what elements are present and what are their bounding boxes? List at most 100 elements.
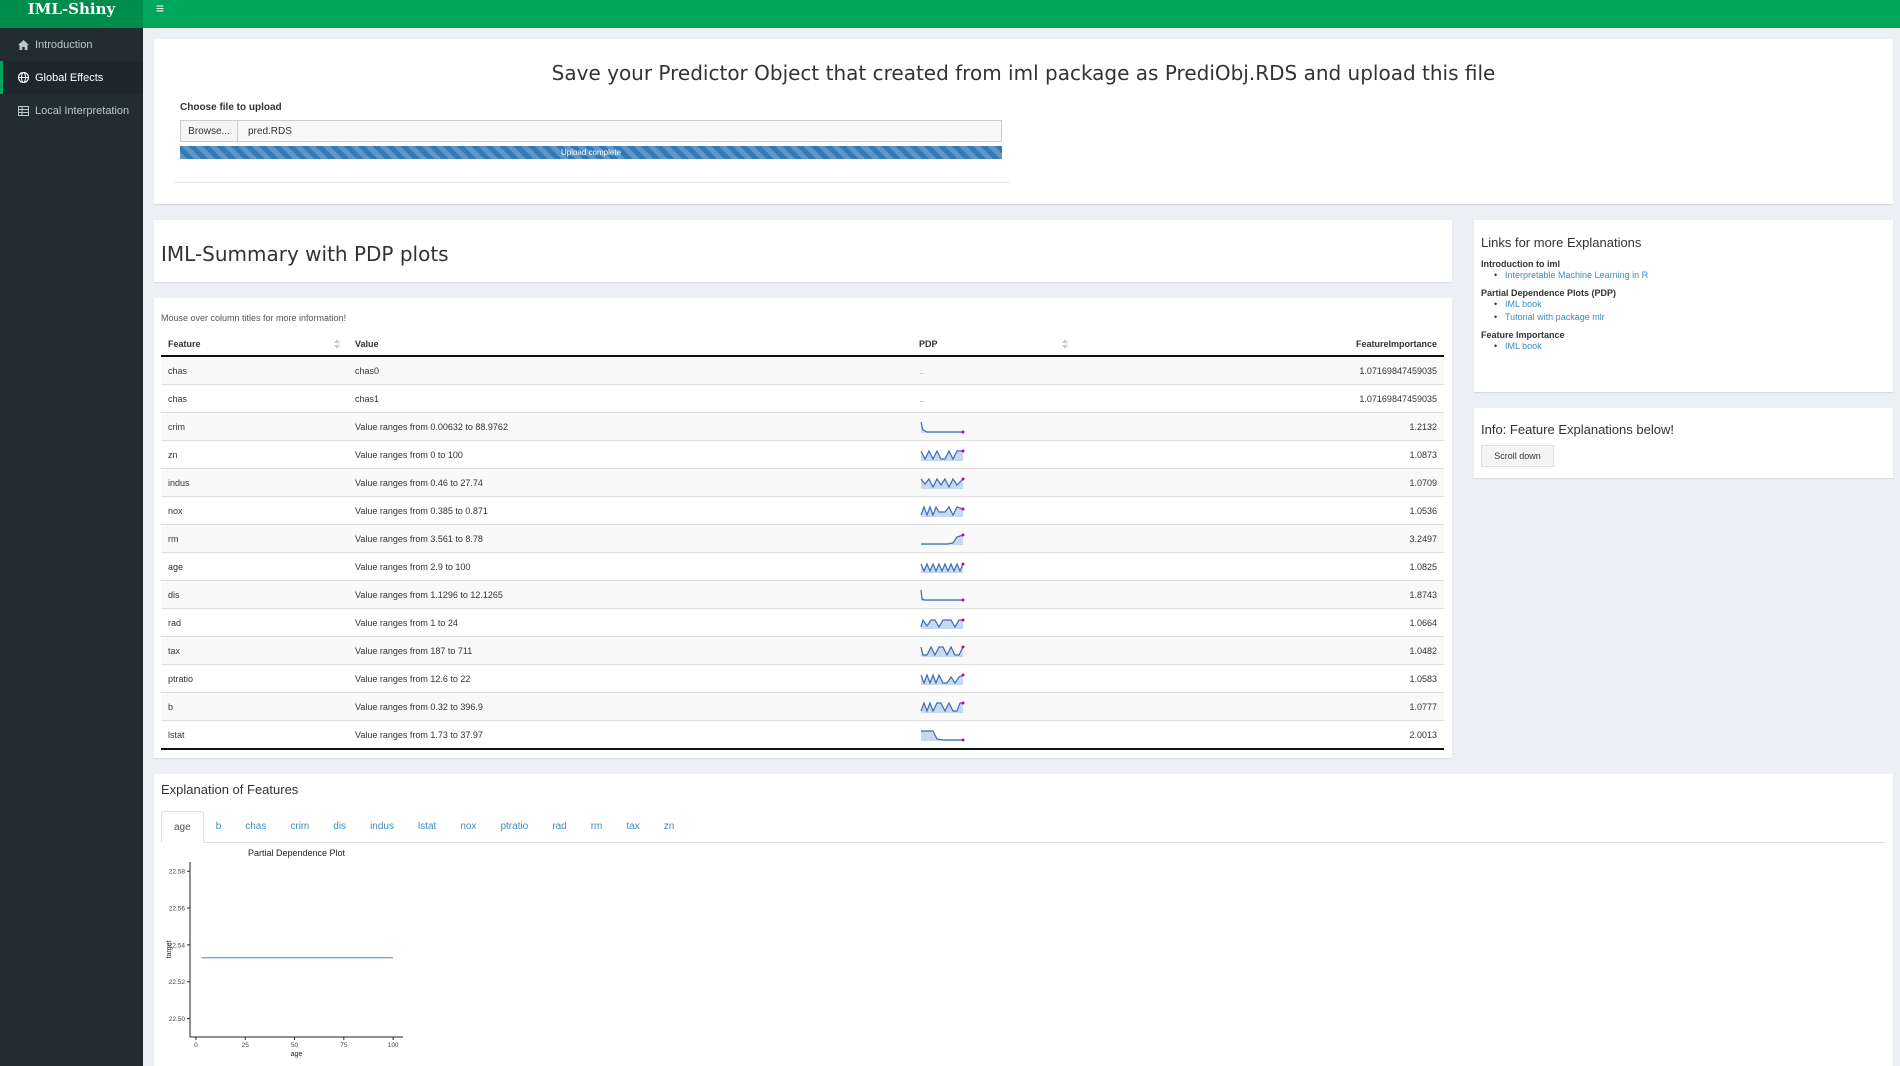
explanation-link[interactable]: IML book (1481, 298, 1648, 311)
sparkline-end-dot (961, 507, 965, 510)
tab-age[interactable]: age (161, 811, 204, 843)
feature-explanation-panel: Explanation of Features age b chas crim dis i… (154, 774, 1893, 1066)
sparkline-end-dot (961, 738, 965, 741)
cell-feature: rad (161, 608, 348, 637)
tab-rad[interactable]: rad (540, 811, 578, 842)
cell-feature-importance: 1.07169847459035 (1076, 384, 1444, 413)
table-row: zn Value ranges from 0 to 100 1.0873 (161, 440, 1444, 469)
cell-value: Value ranges from 187 to 711 (348, 636, 912, 665)
cell-feature: indus (161, 468, 348, 497)
explanation-link[interactable]: Tutorial with package mlr (1481, 311, 1648, 324)
cell-pdp-sparkline (912, 692, 1076, 721)
table-icon (17, 105, 29, 117)
x-tick-label: 0 (194, 1042, 198, 1049)
cell-feature: tax (161, 636, 348, 665)
cell-value: Value ranges from 1 to 24 (348, 608, 912, 637)
link-group-heading: Partial Dependence Plots (PDP) (1481, 288, 1617, 298)
sidebar: Introduction Global Effects Local Interp… (0, 28, 143, 1066)
tab-zn[interactable]: zn (652, 811, 687, 842)
sort-icon (1062, 339, 1068, 349)
pdp-sparkline (921, 533, 965, 545)
cell-feature: ptratio (161, 664, 348, 693)
cell-feature: lstat (161, 720, 348, 750)
sparkline-end-dot (961, 562, 965, 565)
pdp-sparkline (920, 700, 965, 713)
feature-tabs: age b chas crim dis indus lstat nox ptratio rad rm… (161, 811, 1885, 843)
table-row: chas chas1.. 1.07169847459035 (161, 384, 1444, 413)
pdp-sparkline (920, 449, 965, 461)
explanation-link[interactable]: Interpretable Machine Learning in R (1481, 269, 1648, 282)
explanation-link[interactable]: IML book (1481, 340, 1648, 353)
x-tick-label: 75 (340, 1042, 348, 1049)
sparkline-end-dot (961, 598, 965, 601)
cell-pdp-sparkline (912, 608, 1076, 637)
tab-tax[interactable]: tax (614, 811, 651, 842)
column-header-feature-importance[interactable]: FeatureImportance (1076, 333, 1444, 357)
cell-feature-importance: 1.0777 (1076, 692, 1444, 721)
cell-value: Value ranges from 2.9 to 100 (348, 552, 912, 581)
info-title: Info: Feature Explanations below! (1481, 422, 1674, 437)
cell-value: Value ranges from 1.1296 to 12.1265 (348, 580, 912, 609)
tab-ptratio[interactable]: ptratio (488, 811, 540, 842)
sidebar-item-global-effects[interactable]: Global Effects (0, 61, 143, 94)
x-tick-label: 100 (388, 1042, 399, 1049)
scroll-down-button[interactable]: Scroll down (1481, 445, 1554, 467)
tab-nox[interactable]: nox (448, 811, 488, 842)
table-row: lstat Value ranges from 1.73 to 37.97 2.00… (161, 720, 1444, 750)
tab-b[interactable]: b (204, 811, 234, 842)
cell-feature-importance: 1.0825 (1076, 552, 1444, 581)
tab-lstat[interactable]: lstat (406, 811, 448, 842)
cell-feature-importance: 3.2497 (1076, 524, 1444, 553)
tab-dis[interactable]: dis (321, 811, 358, 842)
cell-feature: b (161, 692, 348, 721)
cell-pdp-sparkline (912, 552, 1076, 581)
sidebar-item-label: Introduction (35, 38, 93, 51)
sidebar-item-introduction[interactable]: Introduction (0, 28, 143, 61)
cell-value: Value ranges from 0 to 100 (348, 440, 912, 469)
browse-button[interactable]: Browse... (180, 120, 238, 142)
y-tick-label: 22.56 (169, 906, 186, 913)
sparkline-end-dot (961, 449, 965, 452)
cell-feature-importance: 1.0873 (1076, 440, 1444, 469)
links-title: Links for more Explanations (1481, 235, 1642, 250)
column-header-value[interactable]: Value (348, 333, 912, 357)
sparkline-end-dot (961, 673, 965, 676)
tab-indus[interactable]: indus (358, 811, 406, 842)
cell-feature-importance: 1.0664 (1076, 608, 1444, 637)
y-tick-label: 22.58 (169, 869, 186, 876)
summary-title-panel: IML-Summary with PDP plots (154, 220, 1452, 282)
cell-value: Value ranges from 0.00632 to 88.9762 (348, 412, 912, 441)
file-input-label: Choose file to upload (180, 102, 282, 113)
cell-pdp-sparkline: .. (912, 384, 1076, 413)
x-tick-label: 25 (242, 1042, 250, 1049)
cell-pdp-sparkline (912, 468, 1076, 497)
section-title: Explanation of Features (161, 782, 299, 797)
top-navbar: IML-Shiny ≡ (0, 0, 1900, 28)
file-name-field[interactable]: pred.RDS (238, 120, 1002, 142)
tab-chas[interactable]: chas (233, 811, 278, 842)
cell-feature-importance: 1.0709 (1076, 468, 1444, 497)
app-logo[interactable]: IML-Shiny (0, 0, 143, 28)
cell-feature: age (161, 552, 348, 581)
column-header-pdp[interactable]: PDP (912, 333, 1076, 357)
cell-feature-importance: 1.8743 (1076, 580, 1444, 609)
table-row: ptratio Value ranges from 12.6 to 22 1.058… (161, 664, 1444, 693)
sidebar-item-label: Global Effects (35, 71, 104, 84)
sidebar-item-local-interpretation[interactable]: Local Interpretation (0, 94, 143, 127)
cell-feature: zn (161, 440, 348, 469)
upload-panel: Save your Predictor Object that created … (154, 39, 1893, 204)
tab-rm[interactable]: rm (579, 811, 615, 842)
cell-value: Value ranges from 0.46 to 27.74 (348, 468, 912, 497)
pdp-sparkline (921, 729, 965, 741)
links-list: Introduction to imlInterpretable Machine… (1481, 259, 1648, 353)
links-panel: Links for more Explanations Introduction… (1474, 220, 1893, 392)
cell-feature-importance: 1.0536 (1076, 496, 1444, 525)
cell-feature: chas (161, 384, 348, 413)
summary-table-panel: Mouse over column titles for more inform… (154, 298, 1452, 758)
sidebar-toggle-icon[interactable]: ≡ (152, 0, 168, 16)
cell-feature: dis (161, 580, 348, 609)
column-header-feature[interactable]: Feature (161, 333, 348, 357)
cell-pdp-sparkline (912, 580, 1076, 609)
sparkline-line (920, 421, 963, 433)
tab-crim[interactable]: crim (278, 811, 321, 842)
